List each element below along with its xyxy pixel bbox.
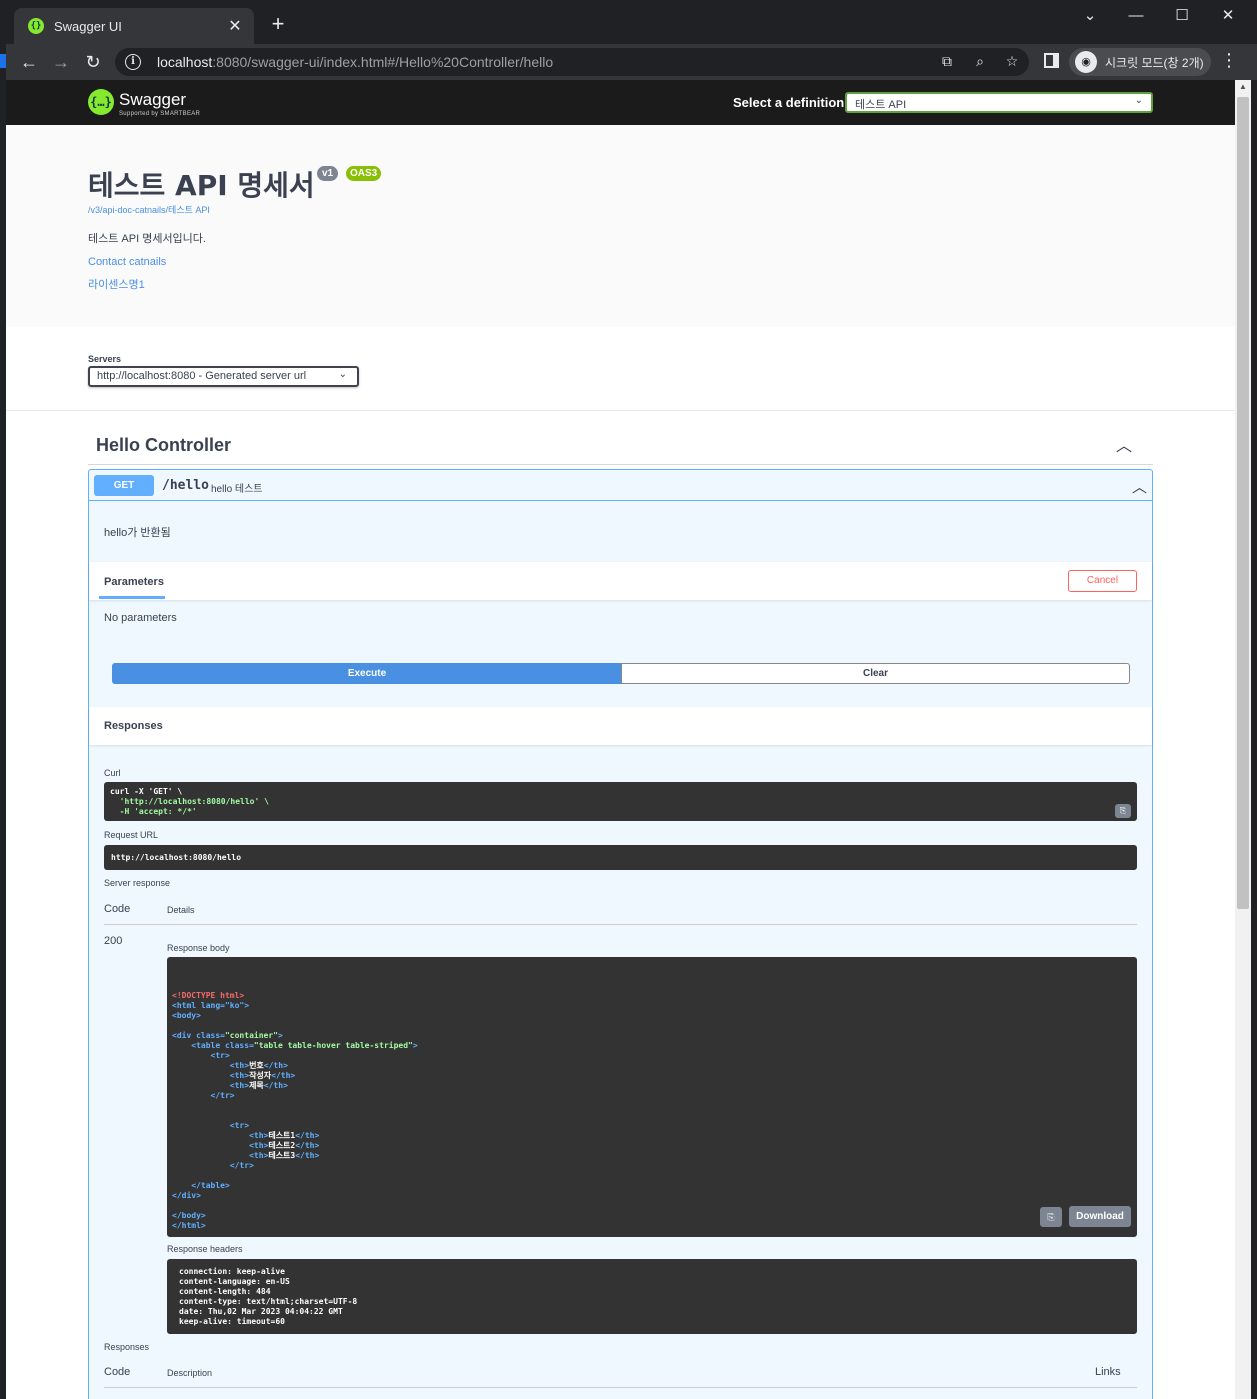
swagger-logo-icon[interactable]: {…} xyxy=(88,89,114,115)
swagger-logo-name[interactable]: Swagger xyxy=(119,90,186,110)
tab-title: Swagger UI xyxy=(54,18,122,34)
incognito-label: 시크릿 모드(창 2개) xyxy=(1105,55,1204,70)
operation-summary-bar[interactable]: GET /hello hello 테스트 ︿ xyxy=(89,470,1152,501)
tag-collapse-chevron-icon[interactable]: ︿ xyxy=(1116,432,1132,456)
window-left-accent xyxy=(0,54,6,68)
swagger-logo-sub: Supported by SMARTBEAR xyxy=(119,111,201,117)
close-window-icon[interactable]: ✕ xyxy=(1213,4,1243,28)
responses-title: Responses xyxy=(104,720,163,732)
url-path: :8080/swagger-ui/index.html#/Hello%20Con… xyxy=(212,54,554,70)
operation-summary: hello 테스트 xyxy=(211,484,263,495)
responses-label: Responses xyxy=(104,1342,150,1352)
bookmark-star-icon[interactable]: ☆ xyxy=(1002,53,1022,70)
responses-table-divider xyxy=(104,1387,1137,1388)
curl-line-3: -H 'accept: */*' xyxy=(110,807,197,816)
scroll-up-icon[interactable]: ▲ xyxy=(1239,82,1247,91)
copy-curl-icon[interactable]: ⎘ xyxy=(1115,804,1131,818)
oas-badge: OAS3 xyxy=(346,166,382,181)
servers-label: Servers xyxy=(88,354,122,364)
download-button[interactable]: Download xyxy=(1069,1206,1131,1227)
site-info-icon[interactable]: i xyxy=(125,54,141,70)
parameters-header: Parameters Cancel xyxy=(89,562,1152,600)
reload-icon[interactable]: ↻ xyxy=(81,50,105,74)
tab-search-chevron-icon[interactable]: ⌄ xyxy=(1075,4,1105,28)
responses-header: Responses xyxy=(89,707,1152,745)
curl-line-1: curl -X 'GET' \ xyxy=(110,787,183,796)
page-viewport: {…} Swagger Supported by SMARTBEAR Selec… xyxy=(6,80,1235,1399)
curl-line-2: 'http://localhost:8080/hello' \ xyxy=(110,797,269,806)
back-icon[interactable]: ← xyxy=(17,50,41,74)
servers-divider xyxy=(6,410,1235,411)
response-headers-block[interactable]: connection: keep-alive content-language:… xyxy=(167,1259,1137,1334)
clear-button[interactable]: Clear xyxy=(621,663,1130,684)
info-section xyxy=(6,125,1235,327)
url-host: localhost xyxy=(157,54,213,70)
translate-icon[interactable]: ⧉ xyxy=(937,53,957,70)
request-url-label: Request URL xyxy=(104,830,159,840)
tag-divider xyxy=(88,464,1153,465)
zoom-icon[interactable]: ⌕ xyxy=(970,53,990,70)
scrollbar-thumb[interactable] xyxy=(1237,97,1249,909)
status-code: 200 xyxy=(104,935,123,947)
swagger-favicon-icon: {} xyxy=(28,18,44,34)
operation-path[interactable]: /hello xyxy=(162,478,209,493)
method-badge[interactable]: GET xyxy=(94,475,154,496)
copy-response-body-icon[interactable]: ⎘ xyxy=(1040,1207,1062,1227)
address-bar[interactable]: i localhost:8080/swagger-ui/index.html#/… xyxy=(115,48,1029,76)
browser-tab[interactable]: {} Swagger UI ✕ xyxy=(14,8,254,44)
operation-collapse-chevron-icon[interactable]: ︿ xyxy=(1132,476,1147,497)
operation-description: hello가 반환됨 xyxy=(104,527,171,539)
license-link[interactable]: 라이센스명1 xyxy=(88,276,145,292)
responses-links-header: Links xyxy=(1095,1366,1121,1378)
incognito-profile-button[interactable]: ◉ 시크릿 모드(창 2개) xyxy=(1069,48,1211,76)
code-column-header: Code xyxy=(104,903,131,915)
details-column-header: Details xyxy=(167,905,195,915)
responses-description-header: Description xyxy=(167,1368,213,1378)
version-badge: v1 xyxy=(317,166,339,181)
incognito-icon: ◉ xyxy=(1075,51,1097,73)
request-url: http://localhost:8080/hello xyxy=(111,853,242,862)
api-description: 테스트 API 명세서입니다. xyxy=(88,233,206,245)
response-body-block[interactable]: <!DOCTYPE html> <html lang="ko"> <body> … xyxy=(167,957,1137,1237)
response-body-label: Response body xyxy=(167,943,230,953)
contact-link[interactable]: Contact catnails xyxy=(88,256,166,268)
minimize-icon[interactable]: — xyxy=(1121,4,1151,28)
tag-title[interactable]: Hello Controller xyxy=(96,435,231,456)
response-headers-label: Response headers xyxy=(167,1244,243,1254)
tab-underline xyxy=(99,596,165,599)
new-tab-icon[interactable]: + xyxy=(266,12,290,36)
definition-select[interactable]: 테스트 API ⌄ xyxy=(845,92,1153,113)
browser-tabstrip: {} Swagger UI ✕ + ⌄ — ☐ ✕ xyxy=(0,0,1257,44)
page-title: 테스트 API 명세서 xyxy=(88,169,315,202)
browser-menu-icon[interactable]: ⋮ xyxy=(1220,50,1238,71)
definition-value: 테스트 API xyxy=(855,99,907,111)
no-parameters-text: No parameters xyxy=(104,612,177,624)
definition-label: Select a definition xyxy=(733,95,845,110)
maximize-icon[interactable]: ☐ xyxy=(1167,4,1197,28)
swagger-topbar: {…} Swagger Supported by SMARTBEAR Selec… xyxy=(6,80,1235,125)
server-response-label: Server response xyxy=(104,878,171,888)
tab-parameters[interactable]: Parameters xyxy=(104,576,164,588)
curl-code-block[interactable]: curl -X 'GET' \ 'http://localhost:8080/h… xyxy=(104,782,1137,821)
side-panel-icon[interactable] xyxy=(1044,53,1059,68)
forward-icon[interactable]: → xyxy=(49,50,73,74)
api-doc-link[interactable]: /v3/api-doc-catnails/테스트 API xyxy=(88,203,210,216)
response-table-divider xyxy=(104,924,1137,925)
cancel-button[interactable]: Cancel xyxy=(1068,570,1137,592)
close-tab-icon[interactable]: ✕ xyxy=(226,16,244,36)
chevron-down-icon: ⌄ xyxy=(338,369,347,380)
request-url-block[interactable]: http://localhost:8080/hello xyxy=(104,845,1137,870)
window-right-edge xyxy=(1251,80,1257,1399)
servers-selected: http://localhost:8080 - Generated server… xyxy=(97,370,307,382)
operation-block: GET /hello hello 테스트 ︿ hello가 반환됨 Parame… xyxy=(88,469,1153,1399)
servers-select[interactable]: http://localhost:8080 - Generated server… xyxy=(88,366,359,387)
execute-button[interactable]: Execute xyxy=(112,663,622,684)
page-scrollbar[interactable]: ▲ xyxy=(1235,80,1251,1399)
responses-code-header: Code xyxy=(104,1366,131,1378)
browser-toolbar: ← → ↻ i localhost:8080/swagger-ui/index.… xyxy=(0,44,1257,80)
chevron-down-icon: ⌄ xyxy=(1134,95,1143,106)
curl-label: Curl xyxy=(104,768,121,778)
